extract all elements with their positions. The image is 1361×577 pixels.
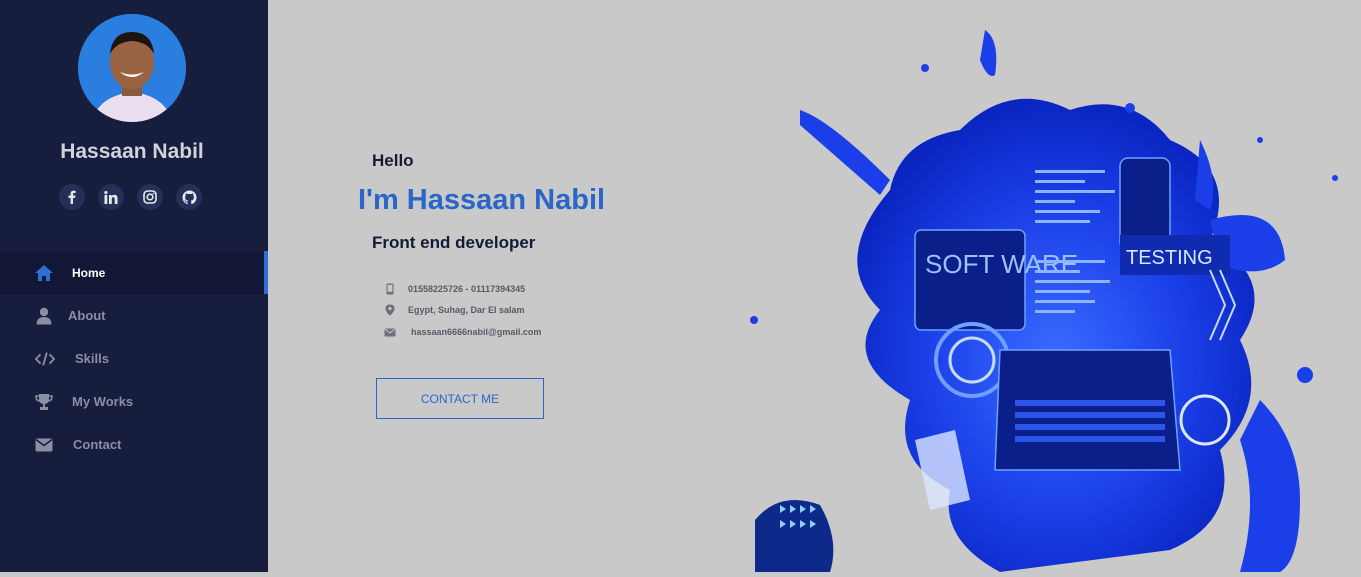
email-row: hassaan6666nabil@gmail.com: [383, 326, 541, 338]
envelope-icon: [383, 326, 397, 338]
user-icon: [34, 306, 54, 326]
testing-text: TESTING: [1126, 247, 1213, 269]
profile-name: Hassaan Nabil: [60, 140, 204, 163]
email-text: hassaan6666nabil@gmail.com: [411, 327, 542, 337]
avatar: [78, 14, 186, 122]
nav-item-my-works[interactable]: My Works: [0, 380, 268, 423]
linkedin-icon: [104, 190, 118, 204]
nav-label-contact: Contact: [73, 437, 122, 452]
map-marker-icon: [383, 304, 397, 316]
instagram-icon: [143, 190, 157, 204]
greeting: Hello: [372, 151, 414, 170]
phone-row: 01558225726 - 01117394345: [383, 283, 525, 295]
software-text: SOFT WARE: [925, 249, 1078, 279]
nav-label-my-works: My Works: [72, 394, 134, 409]
address-text: Egypt, Suhag, Dar El salam: [408, 305, 525, 315]
social-links: [59, 184, 202, 210]
github-icon: [181, 189, 197, 204]
nav-label-skills: Skills: [75, 351, 109, 366]
sidebar: Hassaan Nabil Home About Skills My Works…: [0, 0, 268, 572]
instagram-link[interactable]: [137, 184, 163, 210]
nav-label-home: Home: [72, 265, 106, 280]
software-testing-illustration: SOFT WARE TESTING: [740, 20, 1361, 572]
code-icon: [35, 349, 55, 369]
trophy-icon: [34, 392, 54, 412]
main-nav: Home About Skills My Works Contact: [0, 251, 268, 466]
envelope-icon: [34, 435, 54, 455]
home-icon: [34, 263, 54, 283]
nav-item-about[interactable]: About: [0, 294, 268, 337]
nav-label-about: About: [68, 308, 106, 323]
address-row: Egypt, Suhag, Dar El salam: [383, 304, 525, 316]
role-subtitle: Front end developer: [372, 233, 536, 252]
facebook-icon: [68, 190, 76, 204]
nav-item-skills[interactable]: Skills: [0, 337, 268, 380]
mobile-icon: [383, 283, 397, 295]
contact-me-button[interactable]: CONTACT ME: [376, 378, 544, 419]
page-title: I'm Hassaan Nabil: [358, 184, 606, 216]
github-link[interactable]: [176, 184, 202, 210]
nav-item-home[interactable]: Home: [0, 251, 268, 294]
facebook-link[interactable]: [59, 184, 85, 210]
linkedin-link[interactable]: [98, 184, 124, 210]
phone-text: 01558225726 - 01117394345: [408, 284, 526, 294]
nav-item-contact[interactable]: Contact: [0, 423, 268, 466]
